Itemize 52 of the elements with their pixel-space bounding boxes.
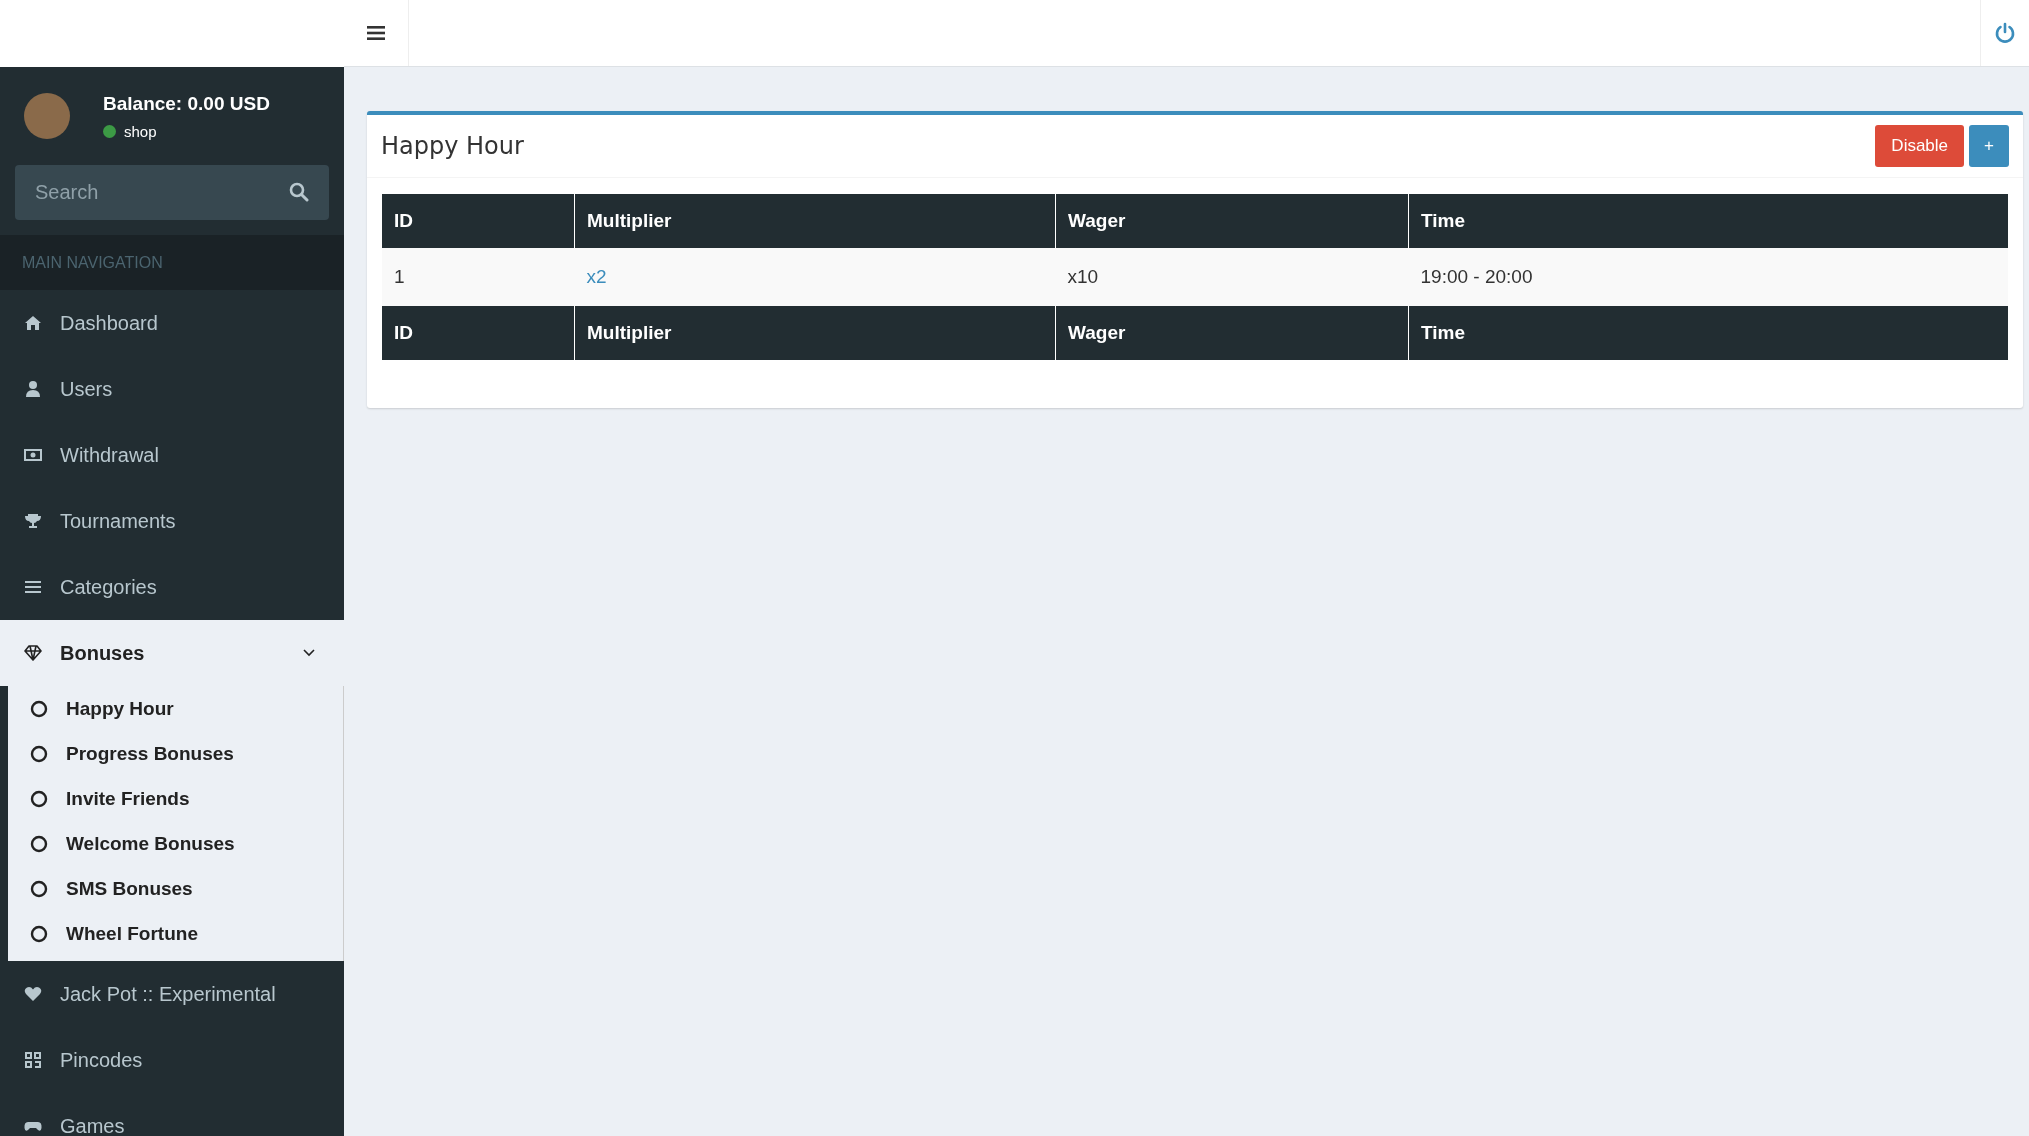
nav-item[interactable]: Tournaments bbox=[0, 488, 344, 554]
table-cell: 1 bbox=[394, 266, 405, 287]
nav-item[interactable]: Withdrawal bbox=[0, 422, 344, 488]
power-icon bbox=[1994, 22, 2016, 44]
column-header: ID bbox=[382, 194, 575, 248]
money-icon bbox=[24, 446, 42, 464]
balance-text: Balance: 0.00 USD bbox=[103, 92, 270, 115]
nav-item[interactable]: Users bbox=[0, 356, 344, 422]
column-footer: Wager bbox=[1055, 306, 1409, 360]
column-header: Time bbox=[1408, 194, 2008, 248]
submenu-item[interactable]: Happy Hour bbox=[8, 686, 343, 731]
submenu-item[interactable]: Wheel Fortune bbox=[8, 911, 343, 956]
column-footer: Multiplier bbox=[574, 306, 1056, 360]
submenu-item[interactable]: SMS Bonuses bbox=[8, 866, 343, 911]
gem-icon bbox=[24, 644, 42, 662]
bars-icon bbox=[24, 578, 42, 596]
nav-header: MAIN NAVIGATION bbox=[22, 253, 163, 272]
add-button[interactable]: + bbox=[1969, 125, 2009, 167]
nav-item[interactable]: Pincodes bbox=[0, 1027, 344, 1093]
column-header: Wager bbox=[1055, 194, 1409, 248]
nav-item[interactable]: Games bbox=[0, 1093, 344, 1136]
nav-item[interactable]: Bonuses bbox=[0, 620, 344, 686]
qr-icon bbox=[24, 1051, 42, 1069]
multiplier-link[interactable]: x2 bbox=[586, 266, 607, 287]
circle-icon bbox=[30, 744, 48, 763]
home-icon bbox=[24, 314, 42, 332]
panel-title: Happy Hour bbox=[381, 132, 524, 160]
column-footer: Time bbox=[1408, 306, 2008, 360]
trophy-icon bbox=[24, 512, 42, 530]
table-cell: x10 bbox=[1067, 266, 1099, 287]
submenu-item[interactable]: Welcome Bonuses bbox=[8, 821, 343, 866]
circle-icon bbox=[30, 789, 48, 808]
search-field[interactable]: Search bbox=[15, 165, 329, 220]
avatar-image bbox=[24, 93, 70, 139]
circle-icon bbox=[30, 879, 48, 898]
status-text: shop bbox=[124, 122, 157, 140]
nav-item[interactable]: Categories bbox=[0, 554, 344, 620]
heart-icon bbox=[24, 985, 42, 1003]
nav-item[interactable]: Dashboard bbox=[0, 290, 344, 356]
circle-icon bbox=[30, 924, 48, 943]
search-icon[interactable] bbox=[289, 182, 309, 202]
menu-icon bbox=[367, 25, 385, 41]
column-footer: ID bbox=[382, 306, 575, 360]
nav-item[interactable]: Jack Pot :: Experimental bbox=[0, 961, 344, 1027]
disable-button[interactable]: Disable bbox=[1875, 125, 1965, 167]
column-header: Multiplier bbox=[574, 194, 1056, 248]
submenu-item[interactable]: Progress Bonuses bbox=[8, 731, 343, 776]
table-cell: 19:00 - 20:00 bbox=[1420, 266, 1533, 287]
submenu-item[interactable]: Invite Friends bbox=[8, 776, 343, 821]
circle-icon bbox=[30, 834, 48, 853]
circle-icon bbox=[30, 699, 48, 718]
user-icon bbox=[24, 380, 42, 398]
